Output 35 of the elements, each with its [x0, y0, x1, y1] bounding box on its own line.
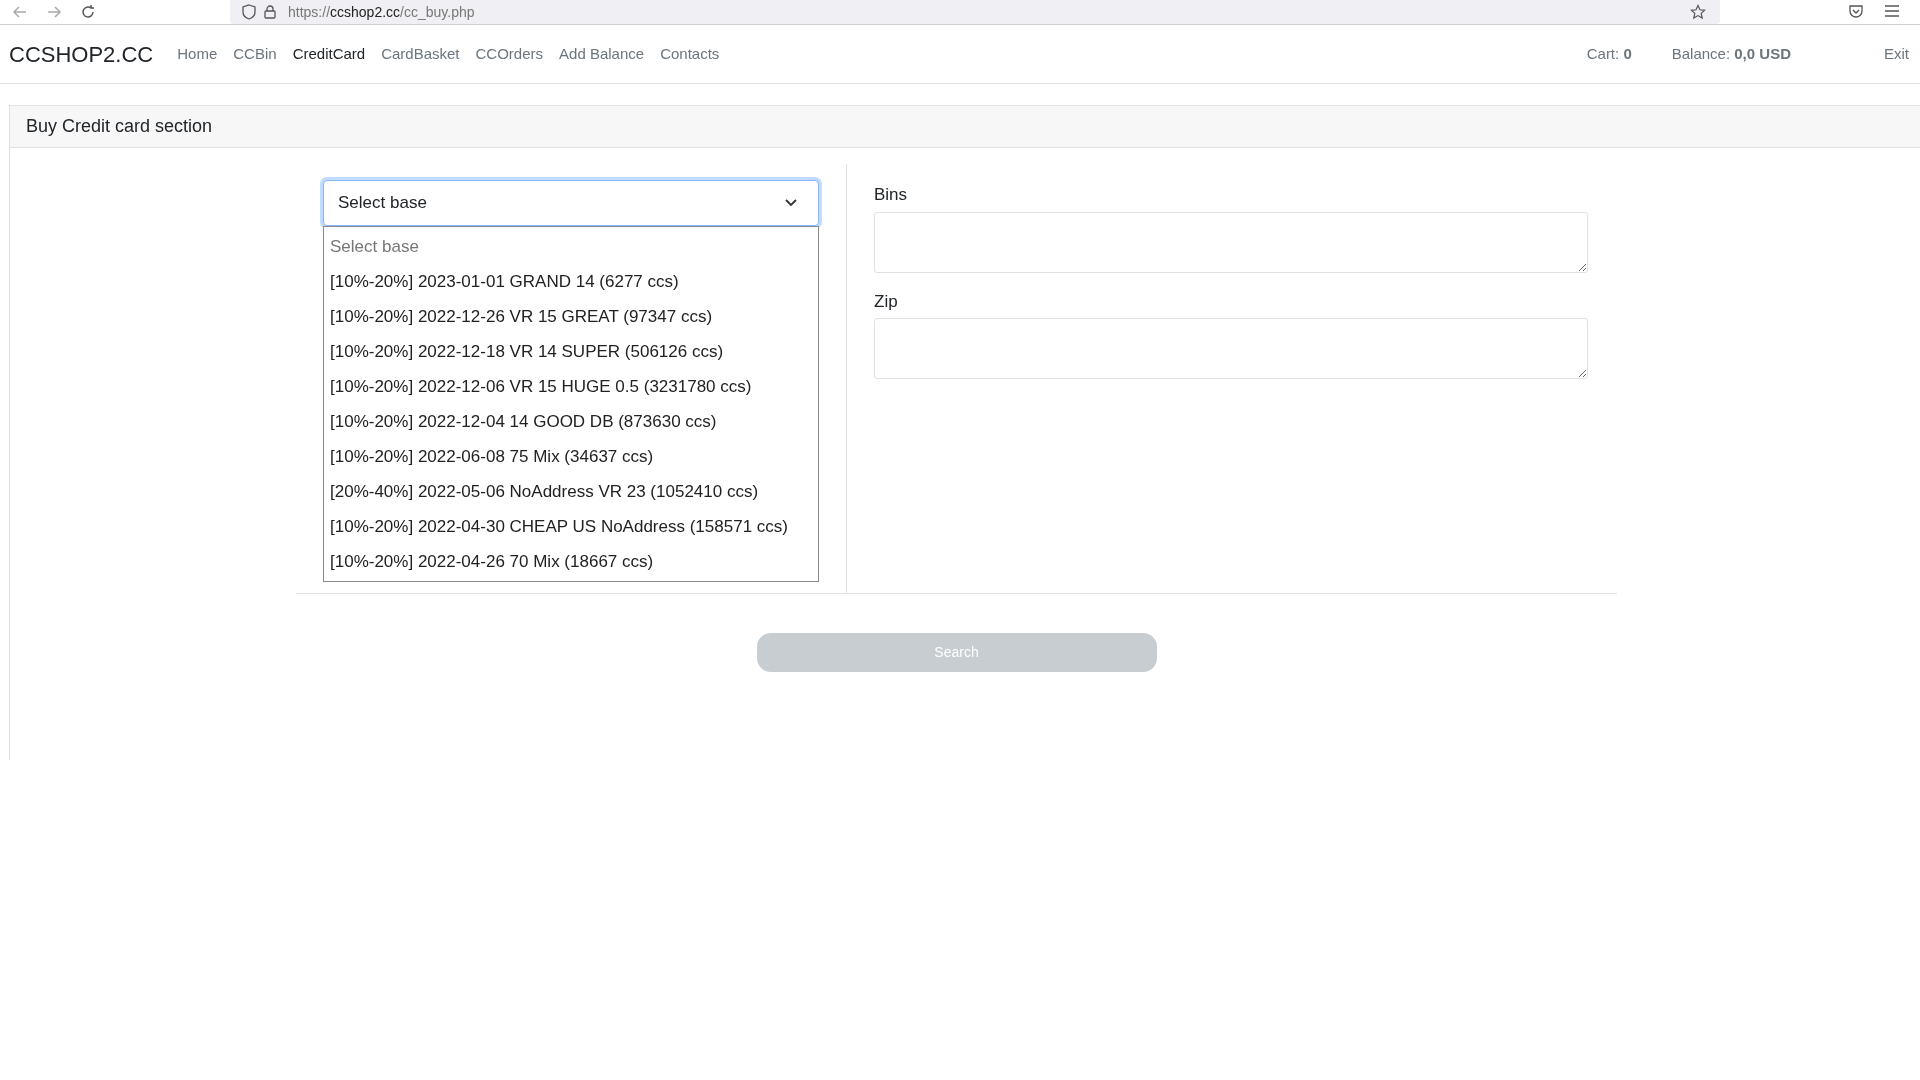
- nav-link[interactable]: Contacts: [660, 42, 720, 66]
- dropdown-option[interactable]: [10%-20%] 2022-04-30 CHEAP US NoAddress (158571 ccs): [324, 509, 818, 544]
- back-icon[interactable]: [12, 4, 28, 20]
- shield-icon: [242, 4, 256, 20]
- exit-link[interactable]: Exit: [1884, 42, 1909, 66]
- dropdown-option[interactable]: [20%-40%] 2022-05-06 NoAddress VR 23 (1052410 ccs): [324, 474, 818, 509]
- balance-text: Balance: 0,0 USD: [1671, 43, 1791, 64]
- dropdown-option[interactable]: [10%-20%] 2022-12-18 VR 14 SUPER (506126 ccs): [324, 334, 818, 369]
- brand-logo[interactable]: CCSHOP2.CC: [9, 37, 154, 71]
- lock-icon: [264, 5, 276, 19]
- nav-link[interactable]: CCOrders: [475, 42, 544, 66]
- dropdown-option[interactable]: [10%-20%] 2022-04-26 70 Mix (18667 ccs): [324, 544, 818, 579]
- nav-link[interactable]: CCBin: [233, 42, 277, 66]
- card-title: Buy Credit card section: [26, 115, 213, 138]
- dropdown-option[interactable]: [10%-20%] 2022-12-04 14 GOOD DB (873630 ccs): [324, 404, 818, 439]
- dropdown-option[interactable]: [10%-20%] 2022-06-08 75 Mix (34637 ccs): [324, 439, 818, 474]
- cart-count[interactable]: Cart: 0: [1586, 42, 1632, 66]
- star-icon[interactable]: [1690, 4, 1706, 20]
- dropdown-option[interactable]: [10%-20%] 2023-01-01 GRAND 14 (6277 ccs): [324, 264, 818, 299]
- nav-link[interactable]: Add Balance: [559, 42, 645, 66]
- menu-icon[interactable]: [1884, 4, 1900, 18]
- field-label: Zip: [874, 290, 899, 313]
- dropdown-option[interactable]: [10%-20%] 2022-12-26 VR 15 GREAT (97347 ccs): [324, 299, 818, 334]
- nav-link[interactable]: CardBasket: [381, 42, 460, 66]
- chevron-icon: [784, 198, 798, 208]
- field-label: Bins: [874, 184, 909, 206]
- url-text[interactable]: https://ccshop2.cc/cc_buy.php: [288, 1, 475, 23]
- dropdown-option[interactable]: [10%-20%] 2022-12-06 VR 15 HUGE 0.5 (3231780 ccs): [324, 369, 818, 404]
- pocket-icon[interactable]: [1848, 3, 1864, 19]
- forward-icon[interactable]: [46, 4, 62, 20]
- nav-link[interactable]: Home: [177, 42, 218, 66]
- reload-icon[interactable]: [80, 4, 96, 20]
- address-bar[interactable]: https://ccshop2.cc/cc_buy.php: [230, 0, 1720, 24]
- base-select[interactable]: Select base: [323, 180, 819, 226]
- nav-link[interactable]: CreditCard: [292, 42, 366, 66]
